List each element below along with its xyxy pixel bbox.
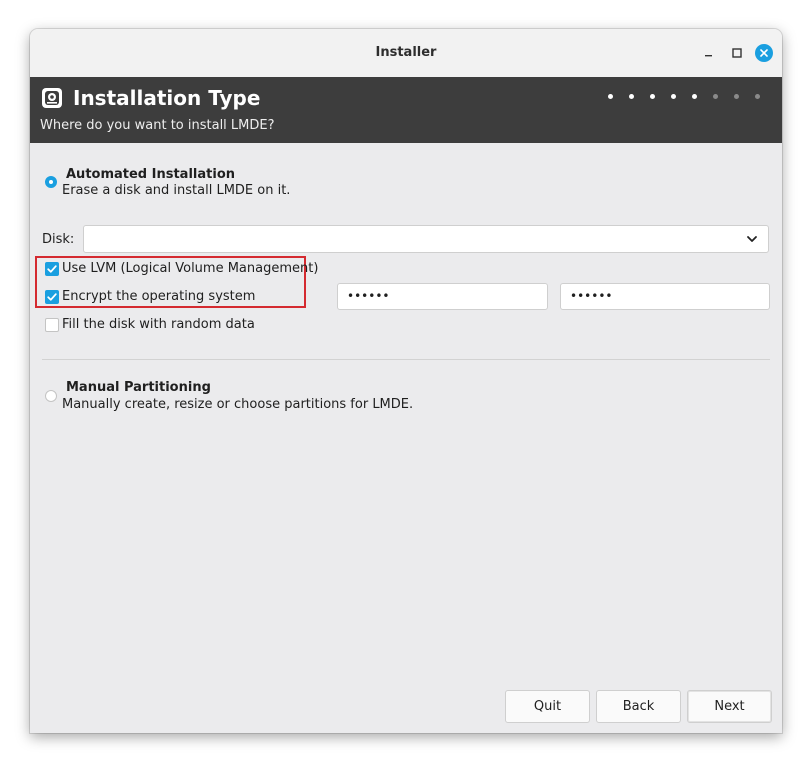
progress-dot xyxy=(734,94,739,99)
automated-installation-radio[interactable] xyxy=(45,176,57,188)
page-subtitle: Where do you want to install LMDE? xyxy=(40,118,275,133)
maximize-button[interactable] xyxy=(727,43,747,63)
password-field[interactable]: •••••• xyxy=(337,283,548,310)
quit-button[interactable]: Quit xyxy=(505,690,590,723)
lvm-label: Use LVM (Logical Volume Management) xyxy=(62,261,319,276)
password-confirm-field[interactable]: •••••• xyxy=(560,283,770,310)
minimize-button[interactable] xyxy=(699,43,719,63)
progress-dot xyxy=(671,94,676,99)
installer-window: Installer Installation Type Where do you… xyxy=(30,29,782,733)
progress-dot xyxy=(608,94,613,99)
progress-dot xyxy=(713,94,718,99)
chevron-down-icon xyxy=(747,236,757,242)
divider xyxy=(42,359,770,360)
maximize-icon xyxy=(732,48,742,58)
lmde-installer-icon xyxy=(42,88,62,108)
manual-partitioning-radio[interactable] xyxy=(45,390,57,402)
page-title: Installation Type xyxy=(73,86,261,110)
page-header: Installation Type Where do you want to i… xyxy=(30,77,782,143)
disk-select[interactable] xyxy=(83,225,769,253)
window-title: Installer xyxy=(375,45,437,60)
checkmark-icon xyxy=(47,265,57,273)
automated-installation-description: Erase a disk and install LMDE on it. xyxy=(62,183,291,198)
close-button[interactable] xyxy=(755,44,773,62)
automated-installation-title: Automated Installation xyxy=(66,167,235,182)
disk-label: Disk: xyxy=(42,232,75,247)
manual-partitioning-title: Manual Partitioning xyxy=(66,380,211,395)
progress-dot xyxy=(650,94,655,99)
encrypt-checkbox[interactable] xyxy=(45,290,59,304)
random-data-label: Fill the disk with random data xyxy=(62,317,255,332)
lvm-checkbox[interactable] xyxy=(45,262,59,276)
random-data-checkbox[interactable] xyxy=(45,318,59,332)
progress-dot xyxy=(629,94,634,99)
checkmark-icon xyxy=(47,293,57,301)
minimize-icon xyxy=(705,55,712,57)
progress-dot xyxy=(692,94,697,99)
back-button[interactable]: Back xyxy=(596,690,681,723)
close-icon xyxy=(760,49,768,57)
encrypt-label: Encrypt the operating system xyxy=(62,289,256,304)
progress-dot xyxy=(755,94,760,99)
title-bar: Installer xyxy=(30,29,782,77)
manual-partitioning-description: Manually create, resize or choose partit… xyxy=(62,397,414,412)
next-button[interactable]: Next xyxy=(687,690,772,723)
